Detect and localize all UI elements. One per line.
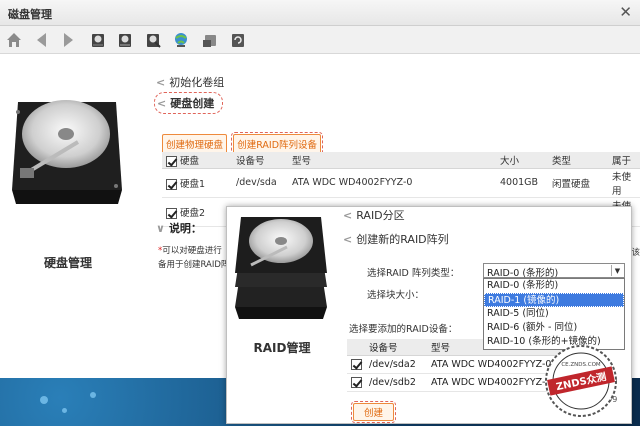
- select-all-checkbox[interactable]: [166, 155, 177, 167]
- raid-type-dropdown: RAID-0 (条形的) RAID-1 (镜像的) RAID-5 (同位) RA…: [483, 278, 625, 350]
- col-check: [347, 339, 365, 356]
- create-physical-disk-button[interactable]: 创建物理硬盘: [162, 134, 228, 154]
- chevron-down-icon[interactable]: ▼: [611, 265, 623, 276]
- row-checkbox[interactable]: [351, 376, 362, 388]
- sidebar-label: 硬盘管理: [43, 256, 92, 270]
- row-checkbox[interactable]: [166, 178, 177, 190]
- breadcrumb-disk-create[interactable]: < 硬盘创建: [154, 92, 224, 114]
- raid-option[interactable]: RAID-0 (条形的): [484, 279, 624, 293]
- breadcrumb-label: RAID分区: [356, 209, 405, 222]
- decorative-bubble: [62, 408, 67, 413]
- chunk-size-label: 选择块大小：: [367, 290, 425, 301]
- chevron-left-icon: <: [157, 97, 167, 110]
- toolbar: [0, 26, 640, 54]
- disk-name: 硬盘1: [180, 178, 206, 190]
- znds-watermark-logo: ZNDS众测 CE.ZNDS.COM: [545, 345, 617, 417]
- disk-size: 4001GB: [496, 168, 548, 198]
- disk-icon[interactable]: [88, 30, 108, 50]
- create-raid-button[interactable]: 创建RAID阵列设备: [231, 132, 324, 156]
- col-device: 设备号: [232, 152, 288, 169]
- chevron-left-icon: <: [343, 209, 353, 222]
- action-buttons: 创建物理硬盘 创建RAID阵列设备: [162, 132, 324, 156]
- network-globe-icon[interactable]: [171, 30, 191, 50]
- col-type: 类型: [548, 152, 608, 169]
- breadcrumb-create-raid[interactable]: < 创建新的RAID阵列: [343, 231, 449, 247]
- chevron-left-icon: <: [343, 233, 353, 246]
- decorative-bubble: [90, 392, 96, 398]
- raid-label: RAID管理: [253, 341, 311, 355]
- raid-option[interactable]: RAID-6 (额外 - 同位): [484, 321, 624, 335]
- disk-name: 硬盘2: [180, 207, 206, 219]
- breadcrumb-label: 创建新的RAID阵列: [356, 233, 449, 246]
- raid-type-label: 选择RAID 阵列类型：: [367, 268, 460, 279]
- forward-icon[interactable]: [58, 30, 78, 50]
- col-device: 设备号: [365, 339, 427, 356]
- title-bar: 磁盘管理 ✕: [0, 0, 640, 26]
- raid-drives-icon: [235, 217, 327, 319]
- disk-belongs: 未使用: [608, 168, 640, 198]
- chevron-down-icon: ∨: [156, 222, 165, 235]
- raid-option-highlighted[interactable]: RAID-1 (镜像的): [484, 293, 624, 307]
- row-checkbox[interactable]: [351, 358, 362, 370]
- close-icon[interactable]: ✕: [619, 3, 632, 21]
- create-raid-submit-button[interactable]: 创建: [350, 401, 397, 423]
- table-header-row: 硬盘 设备号 型号 大小 类型 属于: [162, 152, 640, 169]
- breadcrumb-label: 初始化卷组: [169, 76, 225, 89]
- col-label: 硬盘: [180, 155, 200, 167]
- col-model: 型号: [288, 152, 496, 169]
- sidebar: 硬盘管理: [0, 54, 150, 378]
- col-size: 大小: [496, 152, 548, 169]
- row-checkbox[interactable]: [166, 207, 177, 219]
- device-id: /dev/sda2: [365, 355, 427, 374]
- note-line: 备用于创建RAID阵: [158, 260, 230, 270]
- note-title: 说明：: [168, 222, 202, 235]
- disk-refresh-icon[interactable]: [228, 30, 248, 50]
- breadcrumb-label: 硬盘创建: [170, 97, 215, 110]
- device-id: /dev/sdb2: [365, 373, 427, 392]
- home-icon[interactable]: [4, 30, 24, 50]
- breadcrumb-init-volume[interactable]: < 初始化卷组: [156, 74, 224, 90]
- svg-text:CE.ZNDS.COM: CE.ZNDS.COM: [561, 362, 601, 368]
- decorative-bubble: [40, 396, 48, 404]
- disk-edit-icon[interactable]: [143, 30, 163, 50]
- table-row[interactable]: 硬盘1 /dev/sda ATA WDC WD4002FYYZ-0 4001GB…: [162, 168, 640, 198]
- disk-device: /dev/sda: [232, 168, 288, 198]
- note-heading: ∨ 说明：: [156, 220, 202, 236]
- disk-save-icon[interactable]: [115, 30, 135, 50]
- devices-label: 选择要添加的RAID设备：: [349, 324, 458, 335]
- note-line: 可以对硬盘进行: [162, 246, 222, 256]
- hard-drive-icon: [12, 100, 122, 204]
- raid-option[interactable]: RAID-5 (同位): [484, 307, 624, 321]
- breadcrumb-raid-partition[interactable]: < RAID分区: [343, 207, 405, 223]
- raid-type-select[interactable]: RAID-0 (条形的) ▼: [483, 263, 625, 279]
- disk-model: ATA WDC WD4002FYYZ-0: [288, 168, 496, 198]
- col-disk: 硬盘: [162, 152, 232, 169]
- disk-type: 闲置硬盘: [548, 168, 608, 198]
- back-icon[interactable]: [32, 30, 52, 50]
- window-title: 磁盘管理: [8, 8, 52, 21]
- chevron-left-icon: <: [156, 76, 166, 89]
- col-belongs: 属于: [608, 152, 640, 169]
- disk-tool-icon[interactable]: [200, 30, 220, 50]
